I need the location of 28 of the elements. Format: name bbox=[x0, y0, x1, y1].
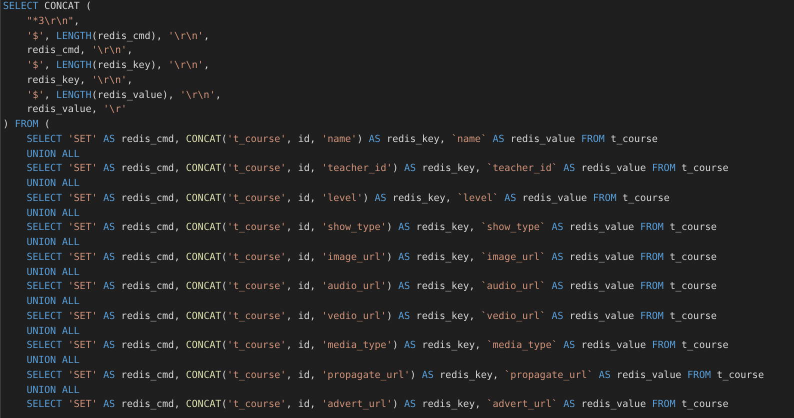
code-line: SELECT CONCAT ( bbox=[3, 0, 92, 14]
code-line: SELECT 'SET' AS redis_cmd, CONCAT('t_course', id, 'media_type') AS redis_key, `media_type` AS redis_value FROM t_course bbox=[26, 339, 729, 354]
code-line: UNION ALL bbox=[26, 295, 80, 309]
code-line: redis_key, '\r\n', bbox=[26, 74, 133, 88]
code-line: SELECT 'SET' AS redis_cmd, CONCAT('t_course', id, 'propagate_url') AS redis_key, `propagate_url` AS redis_value FROM t_course bbox=[26, 368, 764, 383]
code-line: UNION ALL bbox=[26, 236, 80, 250]
code-line: SELECT 'SET' AS redis_cmd, CONCAT('t_course', id, 'teacher_id') AS redis_key, `teacher_id` AS redis_value FROM t_course bbox=[26, 162, 729, 176]
code-line: SELECT 'SET' AS redis_cmd, CONCAT('t_course', id, 'advert_url') AS redis_key, `advert_url` AS redis_value FROM t_course bbox=[26, 398, 729, 412]
code-line: UNION ALL bbox=[26, 354, 80, 368]
code-line: redis_cmd, '\r\n', bbox=[26, 44, 133, 58]
code-line: ) FROM ( bbox=[3, 118, 50, 132]
code-line: UNION ALL bbox=[26, 384, 80, 398]
code-line: SELECT 'SET' AS redis_cmd, CONCAT('t_course', id, 'name') AS redis_key, `name` AS redis_value FROM t_course bbox=[26, 132, 658, 147]
code-line: "*3\r\n", bbox=[26, 14, 80, 29]
code-line: SELECT 'SET' AS redis_cmd, CONCAT('t_course', id, 'image_url') AS redis_key, `image_url` AS redis_value FROM t_course bbox=[26, 250, 717, 265]
code-line: redis_value, '\r' bbox=[26, 103, 127, 118]
code-line: '$', LENGTH(redis_value), '\r\n', bbox=[26, 88, 222, 102]
code-line: SELECT 'SET' AS redis_cmd, CONCAT('t_course', id, 'show_type') AS redis_key, `show_type` AS redis_value FROM t_course bbox=[26, 221, 717, 236]
code-line: '$', LENGTH(redis_cmd), '\r\n', bbox=[26, 30, 210, 44]
code-line: UNION ALL bbox=[26, 206, 80, 220]
code-line: '$', LENGTH(redis_key), '\r\n', bbox=[26, 59, 210, 73]
code-line: SELECT 'SET' AS redis_cmd, CONCAT('t_course', id, 'level') AS redis_key, `level` AS redis_value FROM t_course bbox=[26, 192, 670, 206]
code-line: SELECT 'SET' AS redis_cmd, CONCAT('t_course', id, 'audio_url') AS redis_key, `audio_url` AS redis_value FROM t_course bbox=[26, 280, 717, 294]
code-line: UNION ALL bbox=[26, 266, 80, 280]
code-line: UNION ALL bbox=[26, 148, 80, 162]
code-line: UNION ALL bbox=[26, 177, 80, 191]
code-line: UNION ALL bbox=[26, 324, 80, 338]
code-line: SELECT 'SET' AS redis_cmd, CONCAT('t_course', id, 'vedio_url') AS redis_key, `vedio_url` AS redis_value FROM t_course bbox=[26, 310, 717, 324]
